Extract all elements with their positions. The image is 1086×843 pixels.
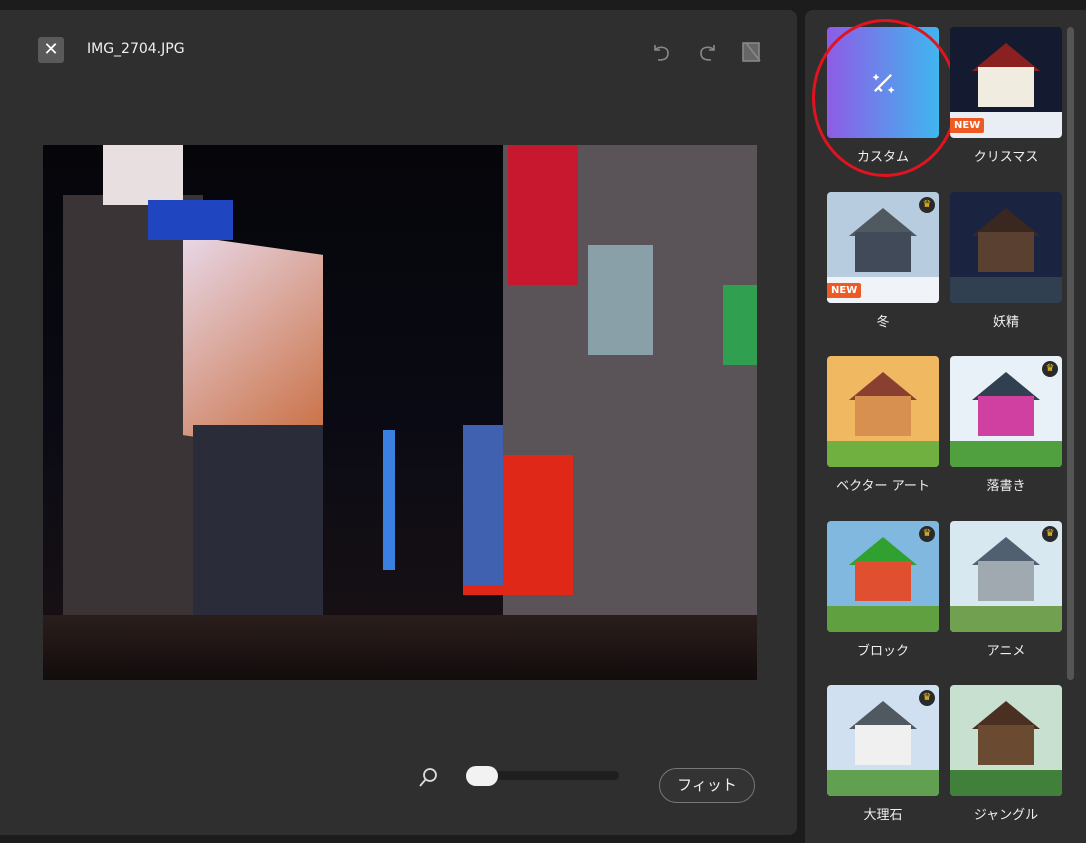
scrollbar[interactable] bbox=[1067, 27, 1074, 680]
new-badge: NEW bbox=[827, 282, 862, 298]
photo-preview bbox=[43, 145, 757, 680]
style-label: ブロック bbox=[856, 643, 909, 659]
style-card-anime[interactable]: ♛ アニメ bbox=[950, 520, 1062, 659]
zoom-slider-handle[interactable] bbox=[466, 766, 498, 786]
style-label: クリスマス bbox=[973, 150, 1039, 165]
style-thumbnail: ♛ bbox=[827, 685, 939, 796]
fit-button[interactable]: フィット bbox=[659, 768, 755, 803]
highlight-circle bbox=[812, 19, 958, 177]
new-badge: NEW bbox=[950, 118, 985, 133]
style-card-block[interactable]: ♛ ブロック bbox=[827, 520, 939, 659]
search-icon bbox=[419, 768, 437, 787]
style-label: アニメ bbox=[986, 643, 1026, 659]
style-thumbnail bbox=[950, 191, 1062, 303]
crown-icon: ♛ bbox=[1042, 361, 1058, 377]
style-label: 落書き bbox=[986, 479, 1026, 494]
crown-icon: ♛ bbox=[1042, 525, 1058, 542]
style-card-christmas[interactable]: NEW クリスマス bbox=[950, 27, 1062, 165]
zoom-slider[interactable] bbox=[466, 766, 619, 786]
style-thumbnail bbox=[827, 356, 939, 467]
style-thumbnail: NEW ♛ bbox=[827, 191, 939, 303]
style-thumbnail bbox=[950, 685, 1062, 796]
style-label: 冬 bbox=[876, 314, 890, 330]
redo-icon[interactable] bbox=[695, 40, 719, 64]
style-thumbnail: NEW bbox=[950, 27, 1062, 138]
style-card-fairy[interactable]: 妖精 bbox=[950, 191, 1062, 330]
style-label: 大理石 bbox=[863, 808, 903, 823]
style-thumbnail: ♛ bbox=[827, 520, 939, 632]
style-label: ベクター アート bbox=[836, 479, 930, 494]
style-card-jungle[interactable]: ジャングル bbox=[950, 685, 1062, 823]
crown-icon: ♛ bbox=[919, 525, 935, 542]
style-card-graffiti[interactable]: ♛ 落書き bbox=[950, 356, 1062, 494]
style-label: ジャングル bbox=[973, 808, 1039, 823]
file-name: IMG_2704.JPG bbox=[87, 41, 185, 57]
crown-icon: ♛ bbox=[919, 690, 935, 706]
style-card-vector-art[interactable]: ベクター アート bbox=[827, 356, 939, 494]
compare-icon[interactable] bbox=[740, 40, 764, 64]
undo-icon[interactable] bbox=[650, 40, 674, 64]
style-card-marble[interactable]: ♛ 大理石 bbox=[827, 685, 939, 823]
style-label: 妖精 bbox=[992, 314, 1019, 330]
style-card-winter[interactable]: NEW ♛ 冬 bbox=[827, 191, 939, 330]
style-thumbnail: ♛ bbox=[950, 356, 1062, 467]
close-button[interactable]: ✕ bbox=[38, 37, 64, 63]
style-thumbnail: ♛ bbox=[950, 520, 1062, 632]
crown-icon: ♛ bbox=[919, 196, 935, 213]
